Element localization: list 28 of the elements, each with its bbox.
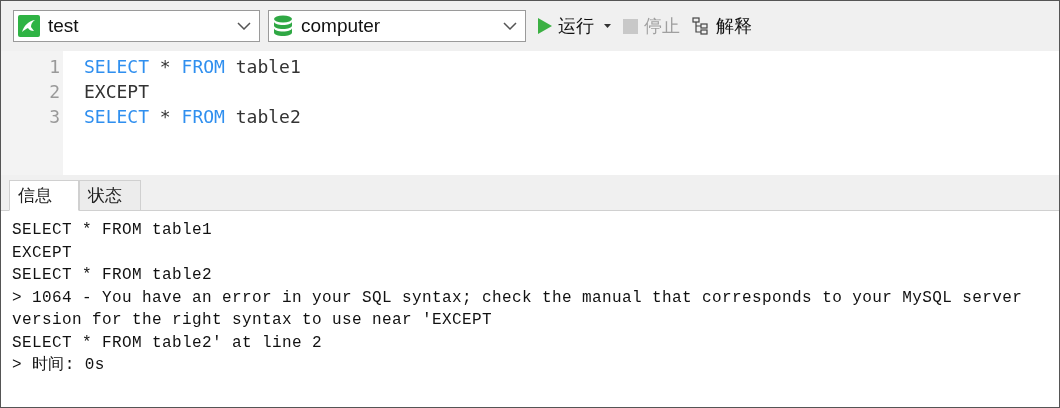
play-icon: [538, 18, 552, 34]
tab[interactable]: 状态: [79, 180, 141, 211]
caret-icon: [604, 24, 611, 28]
line-number: 1: [49, 55, 60, 79]
output-line: > 时间: 0s: [12, 355, 106, 376]
output-line: EXCEPT: [12, 242, 73, 264]
chevron-down-icon: [237, 22, 251, 30]
code-line: SELECT * FROM table1: [84, 55, 302, 79]
line-number: 3: [49, 105, 60, 129]
hierarchy-icon: [692, 17, 710, 35]
database-icon: [273, 15, 293, 37]
connection-select[interactable]: test: [13, 10, 260, 42]
code-line: SELECT * FROM table2: [84, 105, 302, 129]
output-line: version for the right syntax to use near 'EXCEPT: [12, 310, 494, 331]
output-line: SELECT * FROM table2: [12, 265, 214, 286]
database-value: computer: [301, 13, 382, 38]
database-select[interactable]: computer: [268, 10, 526, 42]
output-line: SELECT * FROM table2' at line 2: [12, 332, 324, 354]
stop-icon: [623, 18, 638, 34]
output-line: SELECT * FROM table1: [12, 220, 214, 241]
run-button[interactable]: 运行: [538, 12, 611, 40]
line-number: 2: [49, 80, 60, 104]
code-line: EXCEPT: [84, 80, 151, 104]
tab[interactable]: 信息: [9, 180, 79, 211]
explain-button[interactable]: 解释: [692, 12, 752, 40]
output-line: > 1064 - You have an error in your SQL syntax; check the manual that corresponds to your MySQL server: [12, 287, 1024, 309]
chevron-down-icon: [503, 22, 517, 30]
connection-value: test: [48, 13, 80, 38]
